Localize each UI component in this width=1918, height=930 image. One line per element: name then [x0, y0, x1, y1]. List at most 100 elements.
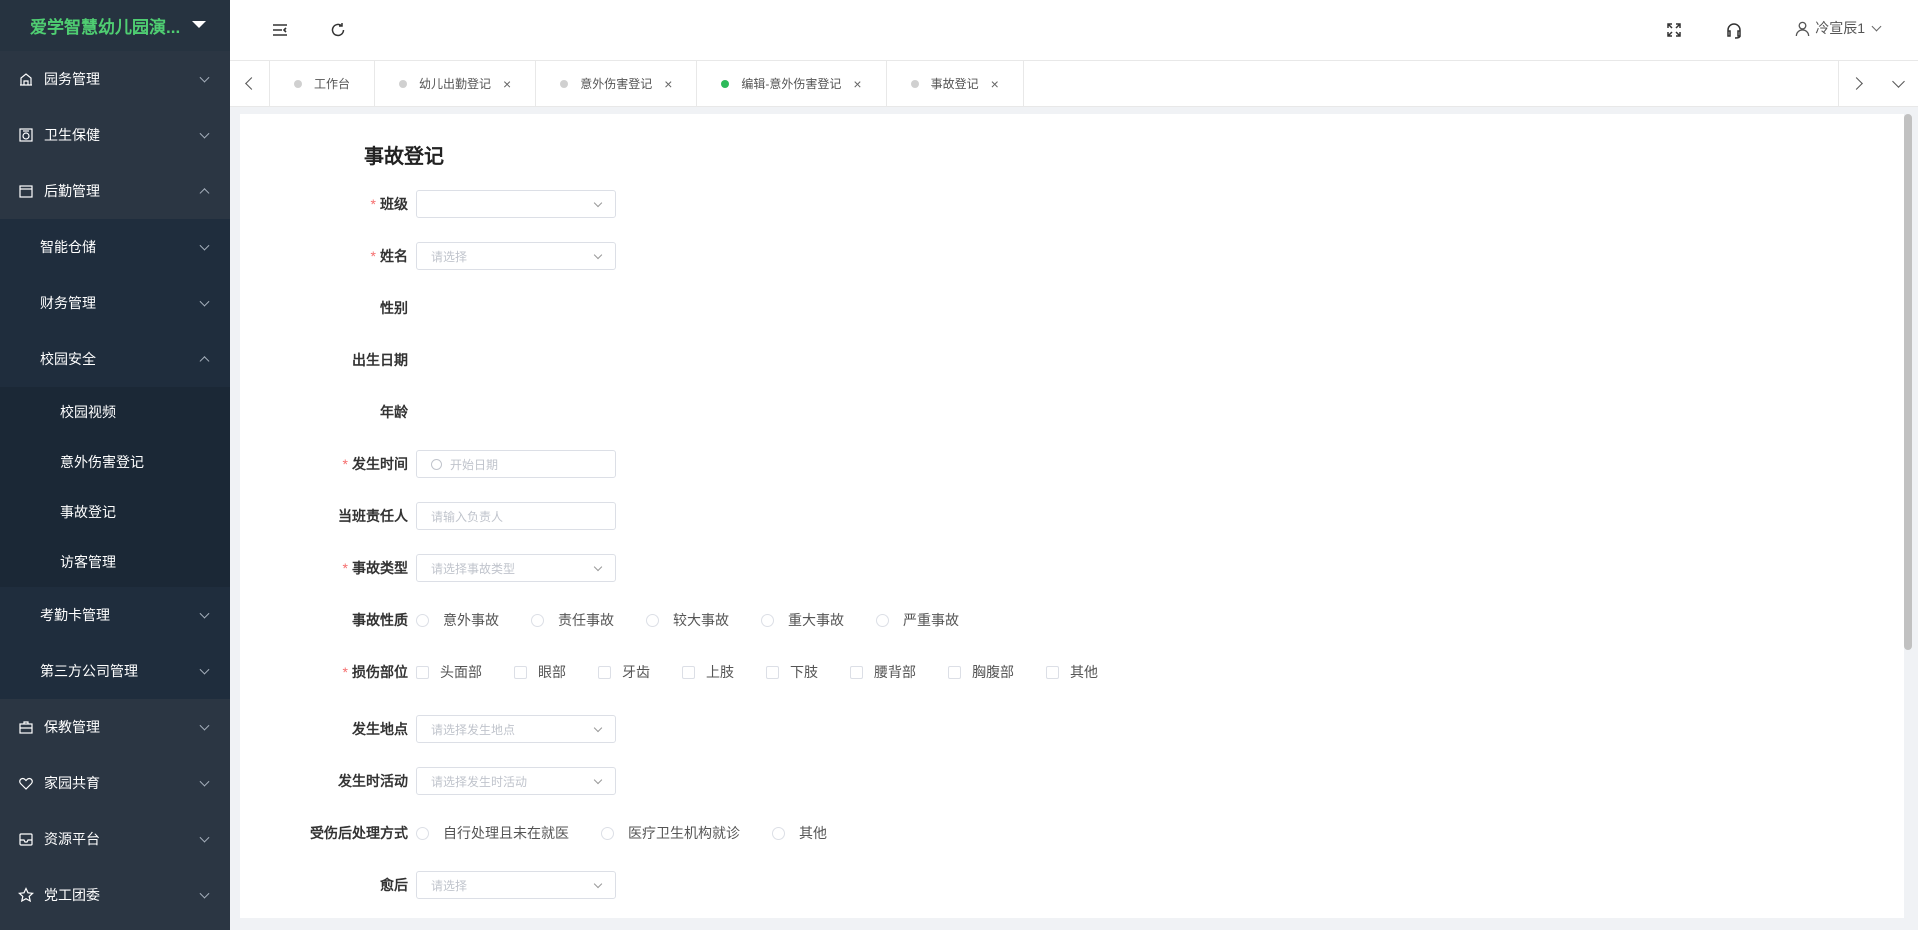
chevron-down-icon — [199, 776, 210, 787]
tab-status-dot — [910, 79, 919, 88]
sidebar-item-resources[interactable]: 资源平台 — [0, 811, 230, 867]
checkbox-label: 头面部 — [440, 664, 482, 680]
form-row-handling: 受伤后处理方式 自行处理且未在就医 医疗卫生机构就诊 其他 — [240, 819, 859, 847]
tabs-dropdown-button[interactable] — [1878, 61, 1918, 106]
injury-checkbox-option[interactable]: 胸腹部 — [948, 662, 1014, 682]
select-placeholder: 请选择发生时活动 — [431, 774, 528, 789]
place-select[interactable]: 请选择发生地点 — [416, 715, 616, 743]
sidebar-item-attendance-card[interactable]: 考勤卡管理 — [0, 587, 230, 643]
required-mark: * — [342, 664, 348, 680]
sidebar-item-campus-safety[interactable]: 校园安全 — [0, 331, 230, 387]
recovery-select[interactable]: 请选择 — [416, 871, 616, 899]
sidebar-item-logistics[interactable]: 后勤管理 — [0, 163, 230, 219]
time-date-picker[interactable]: 开始日期 — [416, 450, 616, 478]
building-icon — [18, 71, 34, 87]
radio[interactable] — [646, 613, 659, 627]
checkbox[interactable] — [1046, 665, 1059, 679]
brand-header[interactable]: 爱学智慧幼儿园演... — [0, 0, 230, 51]
form-row-class: * 班级 — [240, 190, 616, 218]
tab-workbench[interactable]: 工作台 — [270, 61, 376, 106]
injury-checkbox-option[interactable]: 眼部 — [514, 662, 566, 682]
sidebar-menu: 园务管理 卫生保健 后勤管理 智能仓储 财务管理 校园安全 校园视频 意外伤害登… — [0, 51, 230, 923]
refresh-icon[interactable] — [328, 20, 348, 40]
tab-label: 事故登记 — [930, 77, 979, 91]
person-input[interactable]: 请输入负责人 — [416, 502, 616, 530]
tab-injury-register[interactable]: 意外伤害登记 × — [536, 61, 698, 106]
sidebar-item-health[interactable]: 卫生保健 — [0, 107, 230, 163]
close-icon[interactable]: × — [664, 76, 672, 92]
checkbox[interactable] — [948, 665, 961, 679]
class-select[interactable] — [416, 190, 616, 218]
radio[interactable] — [761, 613, 774, 627]
radio[interactable] — [876, 613, 889, 627]
user-menu[interactable]: 冷宣辰1 — [1794, 18, 1882, 38]
type-select[interactable]: 请选择事故类型 — [416, 554, 616, 582]
tabs-scroll-left-button[interactable] — [230, 61, 270, 106]
radio[interactable] — [772, 826, 785, 840]
checkbox[interactable] — [682, 665, 695, 679]
sidebar-item-finance[interactable]: 财务管理 — [0, 275, 230, 331]
sidebar-item-accident-register[interactable]: 事故登记 — [0, 487, 230, 537]
label-text: 事故类型 — [352, 560, 408, 576]
chevron-down-icon — [199, 888, 210, 899]
clock-icon — [431, 458, 442, 470]
injury-label: * 损伤部位 — [240, 662, 416, 682]
caret-down-icon[interactable] — [192, 21, 206, 28]
close-icon[interactable]: × — [991, 76, 999, 92]
sidebar-item-party[interactable]: 党工团委 — [0, 867, 230, 923]
injury-checkbox-option[interactable]: 下肢 — [766, 662, 818, 682]
injury-checkbox-option[interactable]: 腰背部 — [850, 662, 916, 682]
chevron-down-icon — [199, 240, 210, 251]
injury-checkbox-option[interactable]: 头面部 — [416, 662, 482, 682]
handling-radio-option[interactable]: 医疗卫生机构就诊 — [601, 823, 740, 843]
birth-label: 出生日期 — [352, 352, 408, 368]
nature-radio-option[interactable]: 较大事故 — [646, 610, 729, 630]
tab-edit-injury-register[interactable]: 编辑-意外伤害登记 × — [697, 61, 887, 106]
checkbox[interactable] — [416, 665, 429, 679]
sidebar-item-smart-storage[interactable]: 智能仓储 — [0, 219, 230, 275]
checkbox[interactable] — [514, 665, 527, 679]
handling-radio-option[interactable]: 其他 — [772, 823, 827, 843]
radio[interactable] — [531, 613, 544, 627]
headset-icon[interactable] — [1724, 20, 1744, 40]
close-icon[interactable]: × — [853, 76, 861, 92]
sidebar-item-home-school[interactable]: 家园共育 — [0, 755, 230, 811]
injury-checkbox-option[interactable]: 上肢 — [682, 662, 734, 682]
chevron-down-icon — [593, 723, 603, 733]
injury-checkbox-option[interactable]: 其他 — [1046, 662, 1098, 682]
checkbox[interactable] — [598, 665, 611, 679]
activity-select[interactable]: 请选择发生时活动 — [416, 767, 616, 795]
sidebar-item-campus-video[interactable]: 校园视频 — [0, 387, 230, 437]
checkbox[interactable] — [850, 665, 863, 679]
handling-radio-option[interactable]: 自行处理且未在就医 — [416, 823, 569, 843]
tabs-scroll-right-button[interactable] — [1838, 61, 1878, 106]
nature-radio-option[interactable]: 意外事故 — [416, 610, 499, 630]
tab-attendance[interactable]: 幼儿出勤登记 × — [375, 61, 537, 106]
radio[interactable] — [416, 613, 429, 627]
close-icon[interactable]: × — [503, 76, 511, 92]
form-row-person: 当班责任人 请输入负责人 — [240, 502, 616, 530]
menu-fold-icon[interactable] — [270, 20, 290, 40]
sidebar-item-education[interactable]: 保教管理 — [0, 699, 230, 755]
chevron-down-icon — [199, 296, 210, 307]
sidebar-item-injury-register[interactable]: 意外伤害登记 — [0, 437, 230, 487]
radio[interactable] — [416, 826, 429, 840]
content-scrollbar[interactable] — [1904, 114, 1912, 650]
name-select[interactable]: 请选择 — [416, 242, 616, 270]
sidebar-item-garden-affairs[interactable]: 园务管理 — [0, 51, 230, 107]
nature-radio-option[interactable]: 严重事故 — [876, 610, 959, 630]
nature-radio-option[interactable]: 责任事故 — [531, 610, 614, 630]
sidebar-item-visitor[interactable]: 访客管理 — [0, 537, 230, 587]
tab-label: 工作台 — [314, 77, 351, 91]
radio[interactable] — [601, 826, 614, 840]
nature-radio-option[interactable]: 重大事故 — [761, 610, 844, 630]
fullscreen-icon[interactable] — [1664, 20, 1684, 40]
chevron-down-icon — [199, 72, 210, 83]
sidebar-item-label: 意外伤害登记 — [60, 454, 144, 470]
checkbox[interactable] — [766, 665, 779, 679]
injury-checkbox-option[interactable]: 牙齿 — [598, 662, 650, 682]
sidebar-item-third-party[interactable]: 第三方公司管理 — [0, 643, 230, 699]
person-label: 当班责任人 — [338, 508, 408, 524]
sidebar: 爱学智慧幼儿园演... 园务管理 卫生保健 后勤管理 智能仓储 财务管理 校园安… — [0, 0, 230, 930]
tab-accident-register[interactable]: 事故登记 × — [887, 61, 1024, 106]
